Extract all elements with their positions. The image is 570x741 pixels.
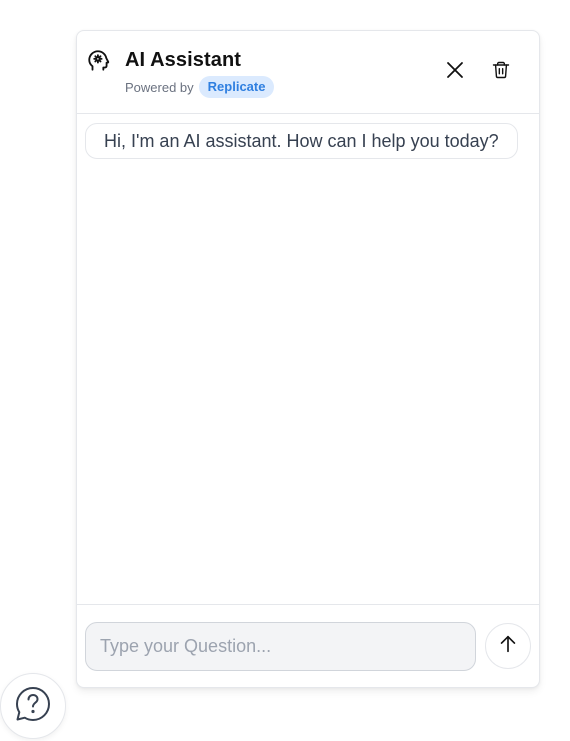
send-button[interactable] xyxy=(485,623,531,669)
message-list: Hi, I'm an AI assistant. How can I help … xyxy=(77,114,539,605)
chat-header: AI Assistant Powered by Replicate xyxy=(77,31,539,114)
arrow-up-icon xyxy=(497,633,519,660)
provider-badge[interactable]: Replicate xyxy=(198,76,275,98)
powered-by-row: Powered by Replicate xyxy=(125,76,275,98)
powered-by-label: Powered by xyxy=(125,79,194,95)
chat-panel: AI Assistant Powered by Replicate Hi, I'… xyxy=(76,30,540,688)
help-button[interactable] xyxy=(0,673,66,739)
clear-chat-button[interactable] xyxy=(486,57,516,87)
composer xyxy=(77,604,539,687)
head-gear-icon xyxy=(86,48,112,74)
question-bubble-icon xyxy=(14,685,52,728)
trash-icon xyxy=(491,60,511,85)
chat-title: AI Assistant xyxy=(125,49,242,71)
close-icon xyxy=(446,61,464,84)
assistant-message: Hi, I'm an AI assistant. How can I help … xyxy=(85,123,518,159)
close-button[interactable] xyxy=(440,57,470,87)
question-input[interactable] xyxy=(85,622,476,671)
